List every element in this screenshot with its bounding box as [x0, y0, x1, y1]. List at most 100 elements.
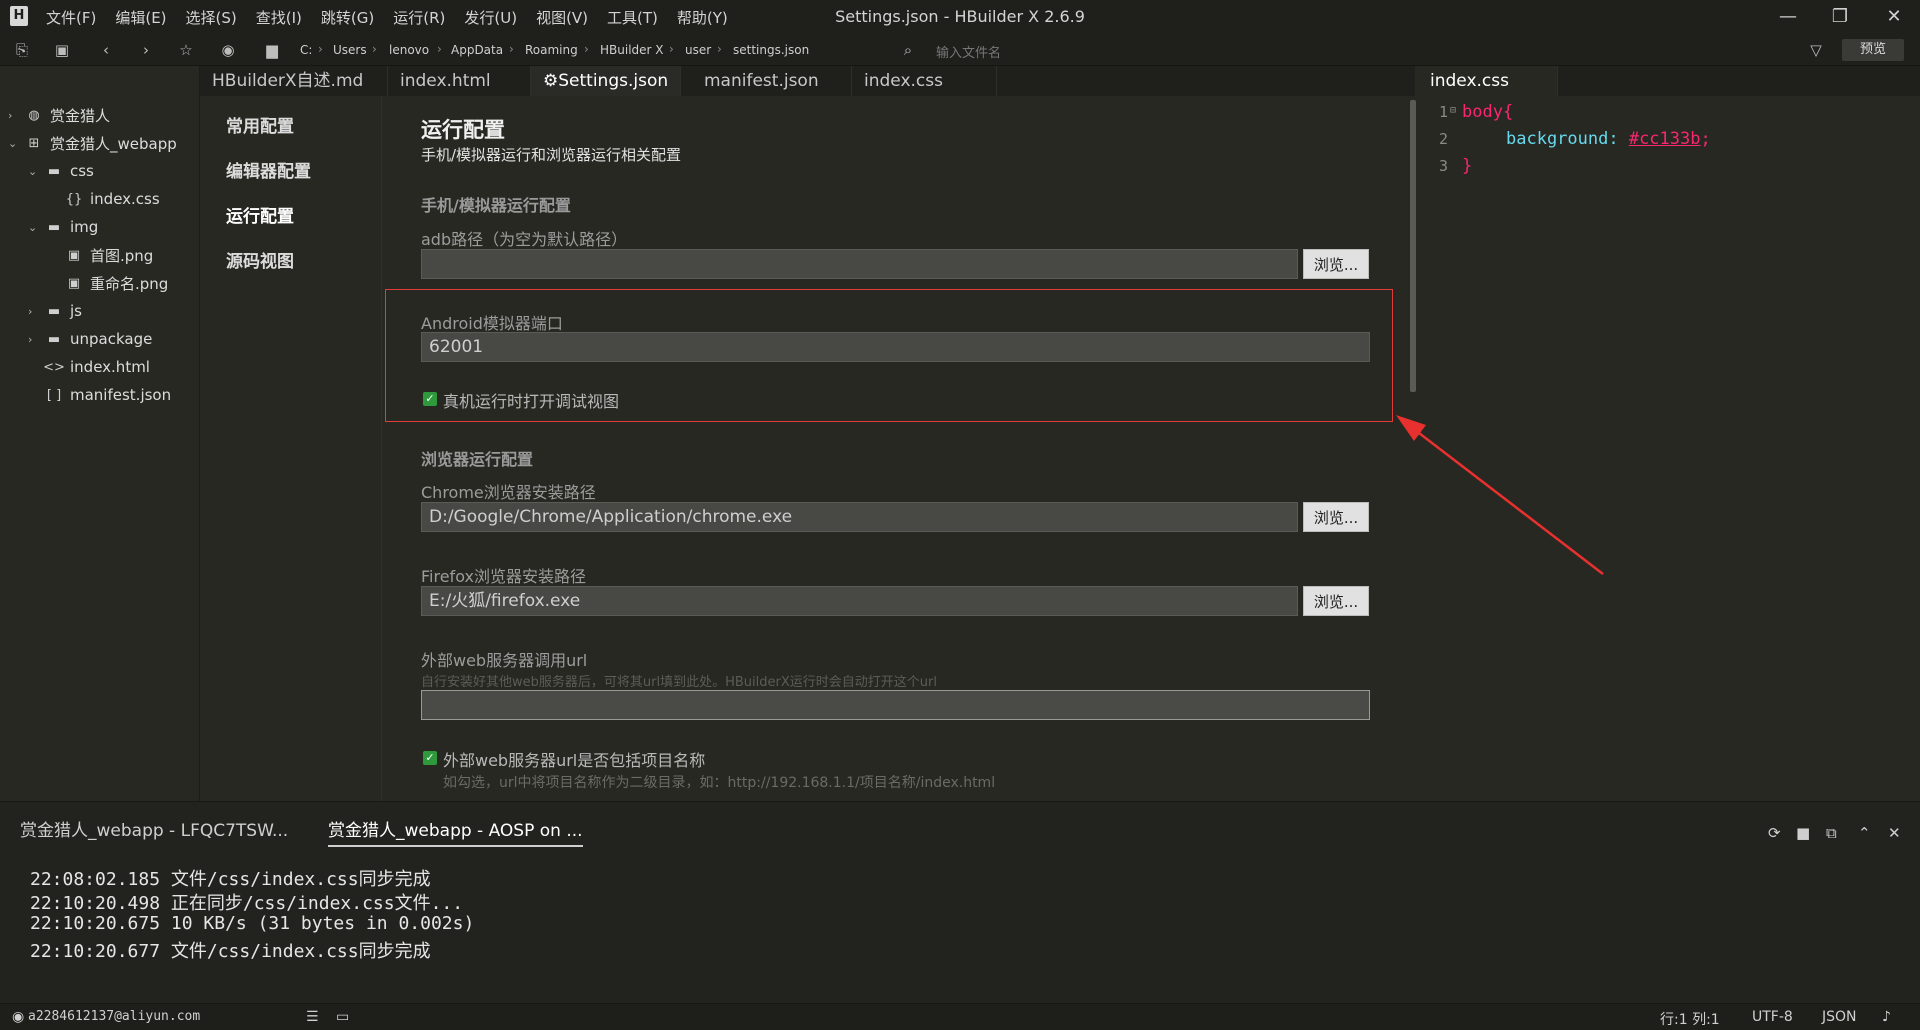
breadcrumb-item[interactable]: user [685, 43, 711, 57]
adb-browse-button[interactable]: 浏览... [1303, 249, 1369, 279]
breadcrumb-item[interactable]: settings.json [733, 43, 809, 57]
tab-index-css[interactable]: index.css [852, 66, 997, 96]
tree-item-webapp[interactable]: ⌄ ⊞ 赏金猎人_webapp [8, 130, 177, 156]
breadcrumb-item[interactable]: AppData [451, 43, 503, 57]
tree-item-unpackage[interactable]: › ▬ unpackage [28, 326, 152, 352]
tree-item-label: index.html [70, 358, 150, 376]
stop-icon[interactable]: ■ [1796, 824, 1810, 842]
breadcrumb-item[interactable]: C: [300, 43, 312, 57]
chevron-right-icon[interactable]: › [28, 305, 42, 318]
console-tab-device-2[interactable]: 赏金猎人_webapp - AOSP on ... [328, 816, 583, 847]
tree-item-index-css[interactable]: {} index.css [62, 186, 160, 212]
back-icon[interactable]: ‹ [96, 40, 116, 60]
tree-item-index-html[interactable]: <> index.html [42, 354, 150, 380]
project-tree: › ◍ 赏金猎人 ⌄ ⊞ 赏金猎人_webapp ⌄ ▬ css {} inde… [0, 66, 200, 801]
preview-button[interactable]: 预览 [1842, 39, 1904, 61]
settings-nav-source[interactable]: 源码视图 [226, 247, 294, 272]
tab-right-index-css[interactable]: index.css [1418, 66, 1558, 96]
minimize-button[interactable]: — [1768, 4, 1808, 30]
encoding[interactable]: UTF-8 [1752, 1009, 1793, 1025]
new-file-icon[interactable]: ⎘ [12, 40, 32, 60]
tree-item-manifest[interactable]: [ ] manifest.json [42, 382, 171, 408]
tree-item-image-1[interactable]: ▣ 首图.png [62, 242, 153, 268]
code-line-1: body{ [1462, 102, 1514, 122]
css-file-icon: {} [65, 191, 83, 207]
forward-icon[interactable]: › [136, 40, 156, 60]
tree-item-image-2[interactable]: ▣ 重命名.png [62, 270, 168, 296]
adb-path-input[interactable] [421, 249, 1298, 279]
tab-manifest-json[interactable]: manifest.json [692, 66, 852, 96]
chevron-right-icon[interactable]: › [28, 333, 42, 346]
save-icon[interactable]: ▣ [52, 40, 72, 60]
restart-icon[interactable]: ⟳ [1768, 824, 1781, 842]
debug-view-checkbox[interactable]: ✓ [423, 392, 437, 406]
account-label[interactable]: a2284612137@aliyun.com [28, 1009, 200, 1024]
section-heading-phone: 手机/模拟器运行配置 [421, 196, 571, 215]
menu-file[interactable]: 文件(F) [46, 7, 96, 28]
tab-label: Settings.json [558, 71, 669, 91]
run-icon[interactable]: ◉ [218, 40, 238, 60]
filter-icon[interactable]: ▽ [1806, 40, 1826, 60]
code-editor[interactable]: 1 2 3 ⊟ body{ background: #cc133b; } [1418, 96, 1920, 801]
firefox-browse-button[interactable]: 浏览... [1303, 586, 1369, 616]
web-server-input[interactable] [421, 690, 1370, 720]
breadcrumb-item[interactable]: HBuilder X [600, 43, 664, 57]
breadcrumb-item[interactable]: lenovo [389, 43, 429, 57]
chrome-browse-button[interactable]: 浏览... [1303, 502, 1369, 532]
tab-settings-json[interactable]: ⚙Settings.json [531, 66, 681, 96]
menu-run[interactable]: 运行(R) [393, 7, 445, 28]
console-panel: 赏金猎人_webapp - LFQC7TSW... 赏金猎人_webapp - … [0, 801, 1920, 1003]
breadcrumb-item[interactable]: Roaming [525, 43, 578, 57]
tree-item-label: 赏金猎人 [50, 106, 111, 125]
file-search-input[interactable]: 输入文件名 [936, 42, 1001, 61]
open-external-icon[interactable]: ⧉ [1826, 824, 1837, 842]
settings-nav-editor[interactable]: 编辑器配置 [226, 157, 311, 182]
menu-publish[interactable]: 发行(U) [464, 7, 517, 28]
tree-item-img[interactable]: ⌄ ▬ img [28, 214, 98, 240]
tree-item-css[interactable]: ⌄ ▬ css [28, 158, 94, 184]
chevron-right-icon[interactable]: › [8, 109, 22, 122]
android-port-input[interactable]: 62001 [421, 332, 1370, 362]
list-icon[interactable]: ☰ [306, 1009, 319, 1025]
menu-edit[interactable]: 编辑(E) [115, 7, 166, 28]
menu-find[interactable]: 查找(I) [256, 7, 302, 28]
tree-item-project[interactable]: › ◍ 赏金猎人 [8, 102, 110, 128]
menu-help[interactable]: 帮助(Y) [677, 7, 728, 28]
include-project-checkbox[interactable]: ✓ [423, 751, 437, 765]
chevron-down-icon[interactable]: ⌄ [28, 165, 42, 178]
tab-readme[interactable]: HBuilderX自述.md [200, 66, 388, 96]
menu-tools[interactable]: 工具(T) [607, 7, 658, 28]
chevron-down-icon[interactable]: ⌄ [28, 221, 42, 234]
close-panel-icon[interactable]: ✕ [1888, 824, 1901, 842]
scrollbar-thumb[interactable] [1410, 100, 1416, 392]
language-mode[interactable]: JSON [1822, 1009, 1857, 1025]
cursor-position[interactable]: 行:1 列:1 [1660, 1009, 1720, 1029]
menu-view[interactable]: 视图(V) [536, 7, 588, 28]
breadcrumb-separator: › [509, 42, 514, 56]
tree-item-js[interactable]: › ▬ js [28, 298, 82, 324]
gear-icon: ⚙ [543, 71, 559, 91]
star-icon[interactable]: ☆ [176, 40, 196, 60]
fold-icon[interactable]: ⊟ [1450, 105, 1456, 116]
close-button[interactable]: ✕ [1874, 4, 1914, 30]
terminal-icon[interactable]: ▭ [336, 1009, 349, 1025]
breadcrumb-item[interactable]: Users [333, 43, 367, 57]
console-tab-device-1[interactable]: 赏金猎人_webapp - LFQC7TSW... [20, 816, 288, 841]
android-port-label: Android模拟器端口 [421, 314, 563, 333]
tree-item-label: img [70, 218, 99, 236]
notification-bell-icon[interactable]: ♪ [1882, 1009, 1891, 1025]
chevron-up-icon[interactable]: ⌃ [1858, 824, 1871, 842]
firefox-path-input[interactable]: E:/火狐/firefox.exe [421, 586, 1298, 616]
right-editor-tab-bar: index.css [1418, 66, 1920, 96]
tree-item-label: css [70, 162, 94, 180]
menu-select[interactable]: 选择(S) [186, 7, 237, 28]
chevron-down-icon[interactable]: ⌄ [8, 137, 22, 150]
settings-nav-general[interactable]: 常用配置 [226, 112, 294, 137]
settings-scrollbar[interactable] [1408, 96, 1418, 801]
settings-nav-run[interactable]: 运行配置 [226, 202, 294, 227]
maximize-button[interactable]: ❐ [1820, 4, 1860, 30]
tab-index-html[interactable]: index.html [388, 66, 531, 96]
chrome-path-input[interactable]: D:/Google/Chrome/Application/chrome.exe [421, 502, 1298, 532]
breadcrumb-separator: › [318, 42, 323, 56]
menu-goto[interactable]: 跳转(G) [321, 7, 374, 28]
